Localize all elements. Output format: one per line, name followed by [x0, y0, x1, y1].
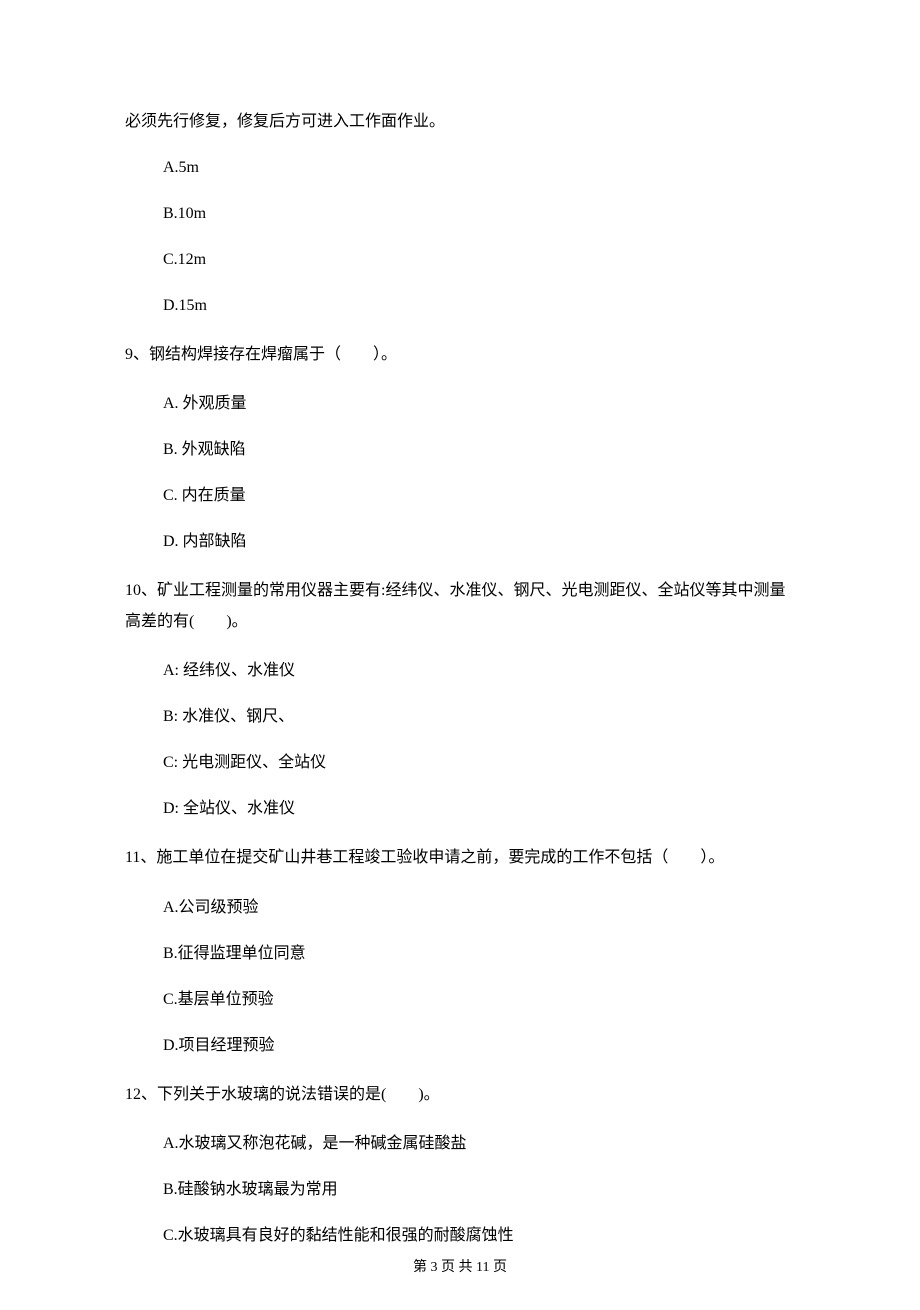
q12-option-b: B.硅酸钠水玻璃最为常用 — [125, 1178, 795, 1202]
q8-option-a: A.5m — [125, 156, 795, 180]
page-footer: 第 3 页 共 11 页 — [125, 1257, 795, 1278]
q11-option-a: A.公司级预验 — [125, 896, 795, 920]
q11-option-b: B.征得监理单位同意 — [125, 942, 795, 966]
q11-option-d: D.项目经理预验 — [125, 1034, 795, 1058]
q9-text: 9、钢结构焊接存在焊瘤属于（ ）。 — [125, 340, 795, 370]
q10-option-d: D: 全站仪、水准仪 — [125, 797, 795, 821]
q9-option-a: A. 外观质量 — [125, 392, 795, 416]
q8-option-d: D.15m — [125, 294, 795, 318]
q11-text: 11、施工单位在提交矿山井巷工程竣工验收申请之前，要完成的工作不包括（ ）。 — [125, 843, 795, 873]
q8-option-b: B.10m — [125, 202, 795, 226]
q9-option-d: D. 内部缺陷 — [125, 530, 795, 554]
q9-option-c: C. 内在质量 — [125, 484, 795, 508]
question-continuation-text: 必须先行修复，修复后方可进入工作面作业。 — [125, 110, 795, 134]
q8-option-c: C.12m — [125, 248, 795, 272]
q9-option-b: B. 外观缺陷 — [125, 438, 795, 462]
q12-option-c: C.水玻璃具有良好的黏结性能和很强的耐酸腐蚀性 — [125, 1224, 795, 1248]
q12-text: 12、下列关于水玻璃的说法错误的是( )。 — [125, 1080, 795, 1110]
q10-option-c: C: 光电测距仪、全站仪 — [125, 751, 795, 775]
page-container: 必须先行修复，修复后方可进入工作面作业。 A.5m B.10m C.12m D.… — [0, 0, 920, 1310]
q10-option-b: B: 水准仪、钢尺、 — [125, 705, 795, 729]
q10-option-a: A: 经纬仪、水准仪 — [125, 659, 795, 683]
q12-option-a: A.水玻璃又称泡花碱，是一种碱金属硅酸盐 — [125, 1132, 795, 1156]
q11-option-c: C.基层单位预验 — [125, 988, 795, 1012]
q10-text: 10、矿业工程测量的常用仪器主要有:经纬仪、水准仪、钢尺、光电测距仪、全站仪等其… — [125, 576, 795, 637]
